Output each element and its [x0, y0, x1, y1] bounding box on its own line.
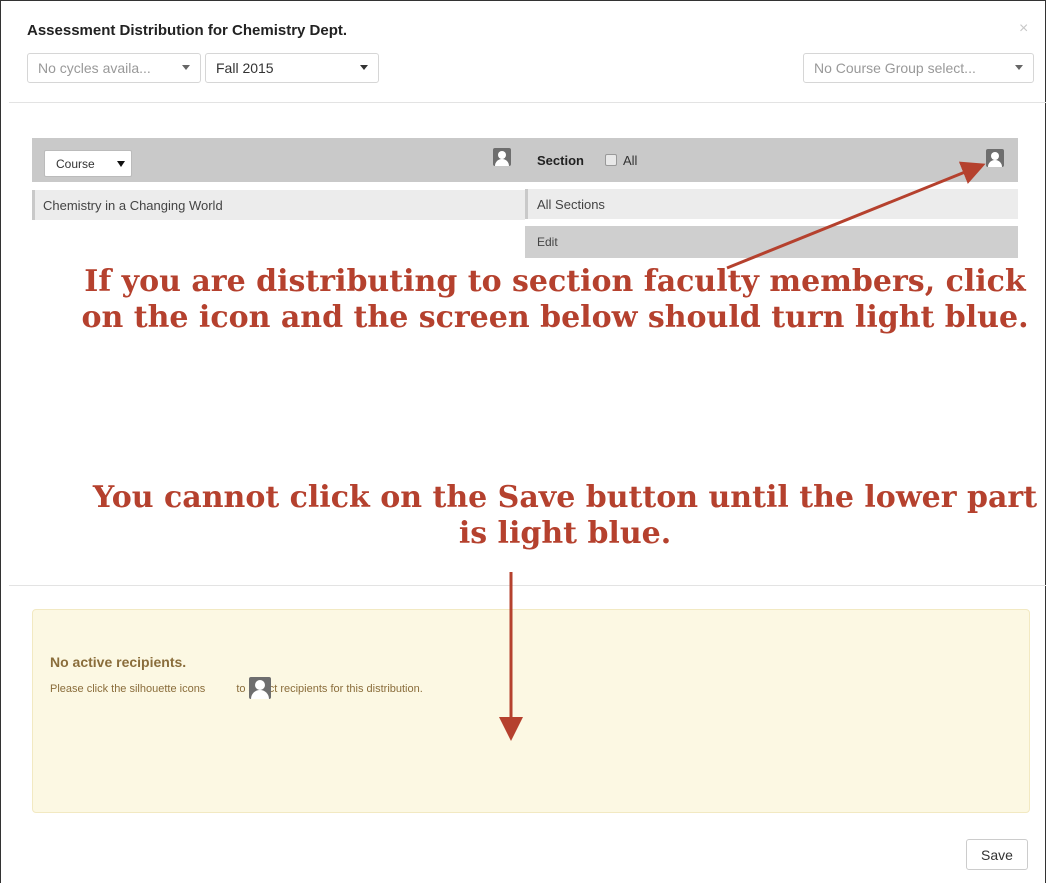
- arrow-icon: [726, 161, 986, 270]
- annotation-arrows: [499, 161, 986, 741]
